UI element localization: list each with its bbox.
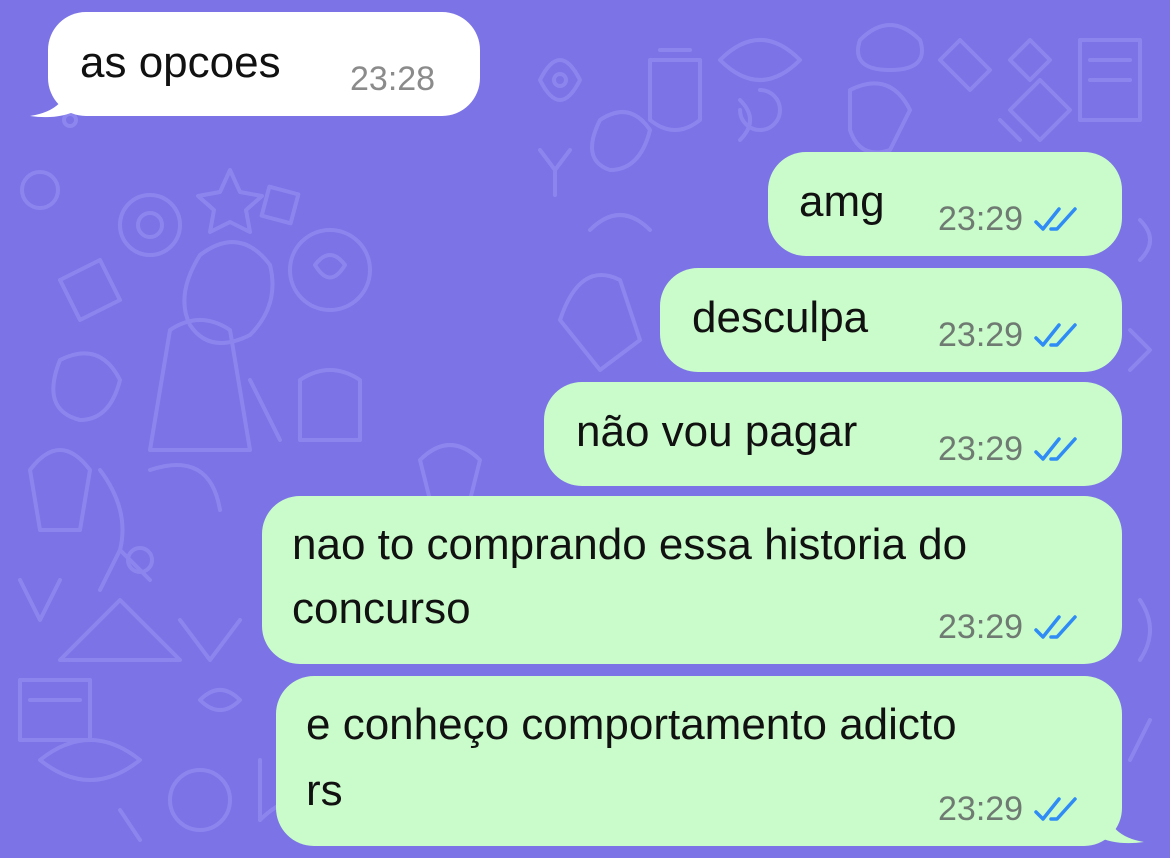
message-meta: 23:29 <box>938 316 1079 355</box>
message-bubble-incoming[interactable]: as opcoes 23:28 <box>48 12 480 116</box>
message-timestamp: 23:29 <box>938 316 1024 354</box>
message-meta: 23:29 <box>938 790 1079 829</box>
message-meta: 23:29 <box>938 200 1079 239</box>
message-text: desculpa <box>692 293 869 342</box>
double-check-icon <box>1034 206 1077 231</box>
message-timestamp: 23:29 <box>938 790 1024 828</box>
double-check-icon <box>1034 322 1077 347</box>
message-text-line: e conheço comportamento adicto <box>306 700 957 749</box>
message-bubble-outgoing[interactable]: amg 23:29 <box>768 152 1122 256</box>
message-timestamp: 23:29 <box>938 608 1024 646</box>
message-bubble-outgoing[interactable]: e conheço comportamento adicto rs 23:29 <box>276 676 1122 846</box>
double-check-icon <box>1034 796 1077 821</box>
message-bubble-outgoing[interactable]: não vou pagar 23:29 <box>544 382 1122 486</box>
message-text: amg <box>799 177 885 226</box>
message-bubble-outgoing[interactable]: nao to comprando essa historia do concur… <box>262 496 1122 664</box>
message-timestamp: 23:28 <box>350 60 436 98</box>
incoming-bubble-tail <box>30 80 78 118</box>
message-timestamp: 23:29 <box>938 200 1024 238</box>
double-check-icon <box>1034 436 1077 461</box>
message-timestamp: 23:29 <box>938 430 1024 468</box>
message-text-line: nao to comprando essa historia do <box>292 520 968 569</box>
outgoing-bubble-tail <box>1096 806 1144 844</box>
message-text: as opcoes <box>80 38 281 87</box>
double-check-icon <box>1034 614 1077 639</box>
message-text-line: concurso <box>292 584 471 633</box>
message-text: não vou pagar <box>576 407 858 456</box>
message-meta: 23:29 <box>938 430 1079 469</box>
message-bubble-outgoing[interactable]: desculpa 23:29 <box>660 268 1122 372</box>
message-meta: 23:29 <box>938 608 1079 647</box>
message-text-line: rs <box>306 766 343 815</box>
